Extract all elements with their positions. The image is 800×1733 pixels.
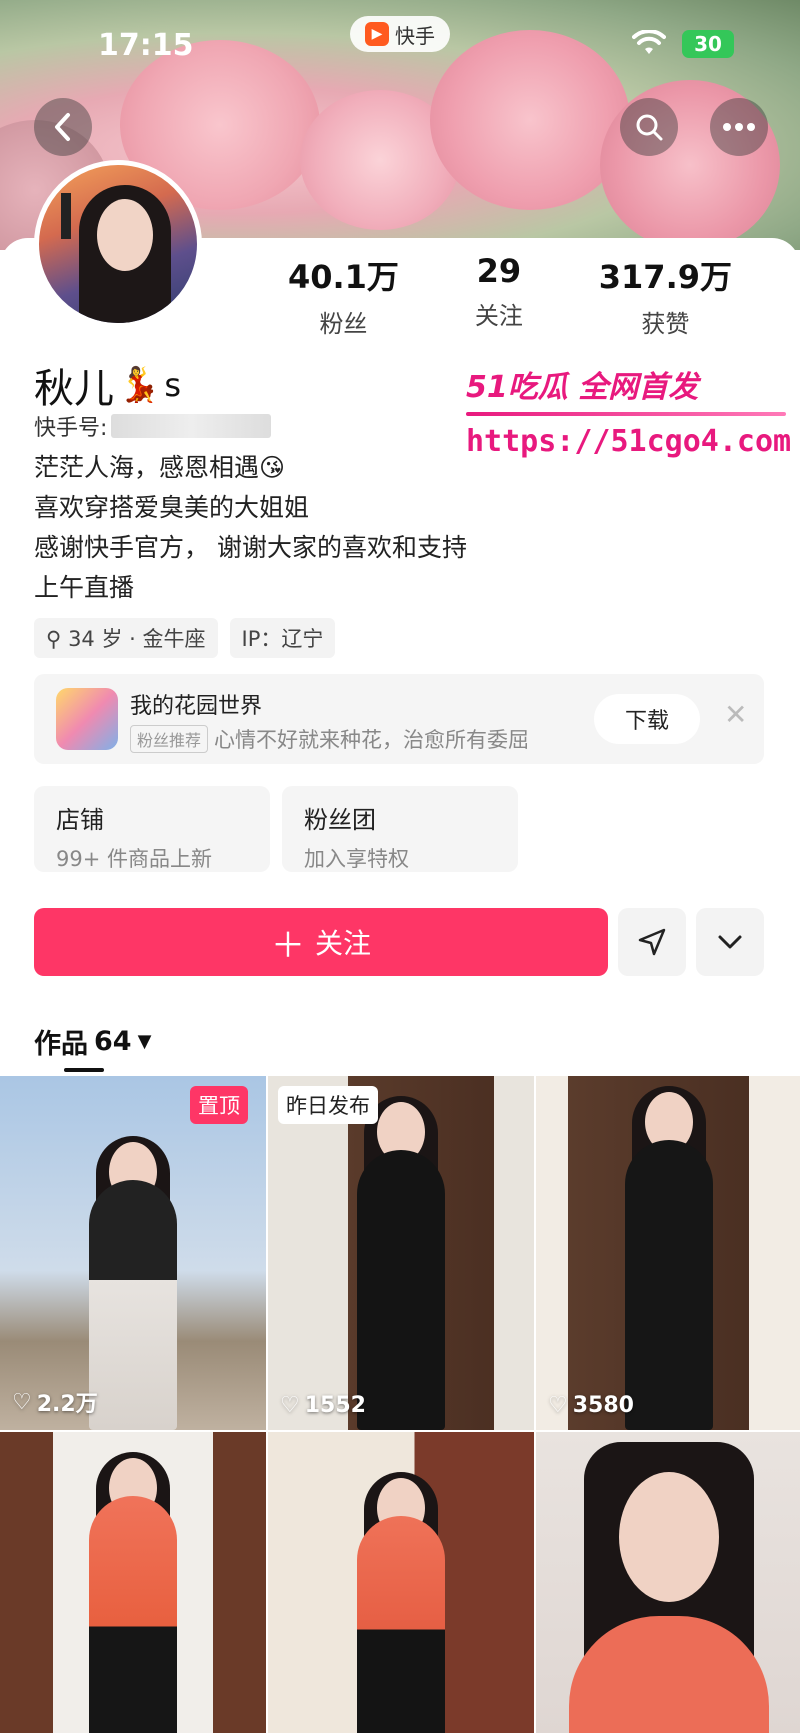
profile-tags: ⚲ 34 岁 · 金牛座 IP：辽宁 — [34, 618, 336, 658]
chevron-down-icon — [718, 935, 742, 949]
heart-icon: ♡ — [12, 1389, 32, 1415]
more-dots-icon — [723, 123, 755, 131]
app-badge: ▶ 快手 — [350, 16, 450, 52]
kuaishou-id-label: 快手号: — [34, 416, 108, 441]
work-tile[interactable] — [536, 1432, 800, 1733]
heart-icon: ♡ — [280, 1393, 300, 1418]
expand-button[interactable] — [696, 908, 764, 976]
fan-recommend-badge: 粉丝推荐 — [130, 725, 209, 753]
following-count: 29 — [476, 252, 522, 290]
bio-line: 感谢快手官方， 谢谢大家的喜欢和支持 — [34, 533, 467, 562]
likes-count: 317.9万 — [598, 258, 732, 296]
send-icon — [638, 928, 666, 956]
like-count: ♡ 1552 — [280, 1393, 366, 1418]
tab-indicator — [64, 1068, 104, 1072]
more-button[interactable] — [710, 98, 768, 156]
avatar-lighthouse — [61, 193, 71, 239]
status-time: 17:15 — [98, 28, 194, 63]
game-subtitle: 粉丝推荐 心情不好就来种花，治愈所有委屈 — [130, 724, 529, 754]
pinned-badge: 置顶 — [190, 1086, 248, 1124]
battery-level: 30 — [694, 32, 722, 56]
follow-button[interactable]: ＋ 关注 — [34, 908, 608, 976]
followers-stat[interactable]: 40.1万 粉丝 — [288, 252, 399, 339]
chevron-left-icon — [55, 113, 70, 141]
watermark-title: 51吃瓜 全网首发 — [466, 370, 699, 405]
watermark-url: https://51cgo4.com — [466, 424, 792, 459]
profile-stats: 40.1万 粉丝 29 关注 317.9万 获赞 — [250, 252, 770, 339]
followers-count: 40.1万 — [287, 258, 399, 296]
avatar[interactable] — [34, 160, 202, 328]
profile-name-text: 秋儿 — [34, 366, 114, 412]
profile-name: 秋儿 💃 s — [34, 356, 181, 414]
game-promo-card[interactable]: 我的花园世界 粉丝推荐 心情不好就来种花，治愈所有委屈 下载 ✕ — [34, 674, 764, 764]
app-name: 快手 — [395, 23, 435, 48]
caret-down-icon: ▼ — [137, 1031, 152, 1052]
search-button[interactable] — [620, 98, 678, 156]
download-button[interactable]: 下载 — [594, 694, 700, 744]
female-icon: ⚲ — [46, 627, 69, 651]
shop-title: 店铺 — [56, 806, 104, 834]
works-grid: 置顶 ♡ 2.2万 昨日发布 ♡ 1552 ♡ 3580 — [0, 1076, 800, 1733]
game-app-icon — [56, 688, 118, 750]
following-label: 关注 — [474, 302, 523, 330]
works-count: 64 — [94, 1026, 132, 1057]
fan-group-entry[interactable]: 粉丝团 加入享特权 — [282, 786, 518, 872]
message-button[interactable] — [618, 908, 686, 976]
following-stat[interactable]: 29 关注 — [475, 252, 523, 339]
work-tile[interactable]: ♡ 3580 — [536, 1076, 800, 1430]
wifi-icon — [632, 30, 666, 54]
plus-icon: ＋ — [270, 925, 305, 966]
age-tag: ⚲ 34 岁 · 金牛座 — [34, 618, 218, 658]
fan-group-title: 粉丝团 — [304, 806, 376, 834]
work-tile[interactable] — [268, 1432, 534, 1733]
back-button[interactable] — [34, 98, 92, 156]
profile-name-suffix: s — [164, 366, 182, 404]
tab-works[interactable]: 作品 64 ▼ — [34, 1022, 151, 1061]
likes-stat[interactable]: 317.9万 获赞 — [599, 252, 732, 339]
game-title: 我的花园世界 — [130, 694, 263, 719]
bio-line: 喜欢穿搭爱臭美的大姐姐 — [34, 493, 310, 522]
work-tile[interactable]: 昨日发布 ♡ 1552 — [268, 1076, 534, 1430]
ip-tag: IP：辽宁 — [229, 618, 336, 658]
bio-line: 上午直播 — [34, 573, 135, 602]
dancer-emoji-icon: 💃 — [118, 365, 161, 405]
work-tile[interactable] — [0, 1432, 266, 1733]
watermark: 51吃瓜 全网首发 https://51cgo4.com — [466, 362, 792, 459]
followers-label: 粉丝 — [319, 310, 368, 338]
like-count: ♡ 2.2万 — [12, 1389, 98, 1418]
likes-label: 获赞 — [641, 310, 690, 338]
published-yesterday-badge: 昨日发布 — [278, 1086, 378, 1124]
shop-subtitle: 99+ 件商品上新 — [56, 847, 212, 871]
profile-bio: 茫茫人海，感恩相遇😘 喜欢穿搭爱臭美的大姐姐 感谢快手官方， 谢谢大家的喜欢和支… — [34, 448, 467, 608]
shop-entry[interactable]: 店铺 99+ 件商品上新 — [34, 786, 270, 872]
kuaishou-id[interactable]: 快手号: — [34, 410, 272, 442]
fan-group-subtitle: 加入享特权 — [304, 847, 409, 871]
works-label: 作品 — [34, 1029, 88, 1060]
work-tile[interactable]: 置顶 ♡ 2.2万 — [0, 1076, 266, 1430]
kuaishou-logo-icon: ▶ — [365, 22, 389, 46]
follow-label: 关注 — [314, 927, 371, 960]
kuaishou-id-redacted — [111, 414, 272, 438]
heart-icon: ♡ — [548, 1393, 568, 1418]
bio-line: 茫茫人海，感恩相遇😘 — [34, 453, 286, 482]
close-icon[interactable]: ✕ — [724, 698, 747, 731]
like-count: ♡ 3580 — [548, 1393, 634, 1418]
battery-indicator: 30 — [682, 30, 734, 58]
search-icon — [636, 114, 663, 141]
